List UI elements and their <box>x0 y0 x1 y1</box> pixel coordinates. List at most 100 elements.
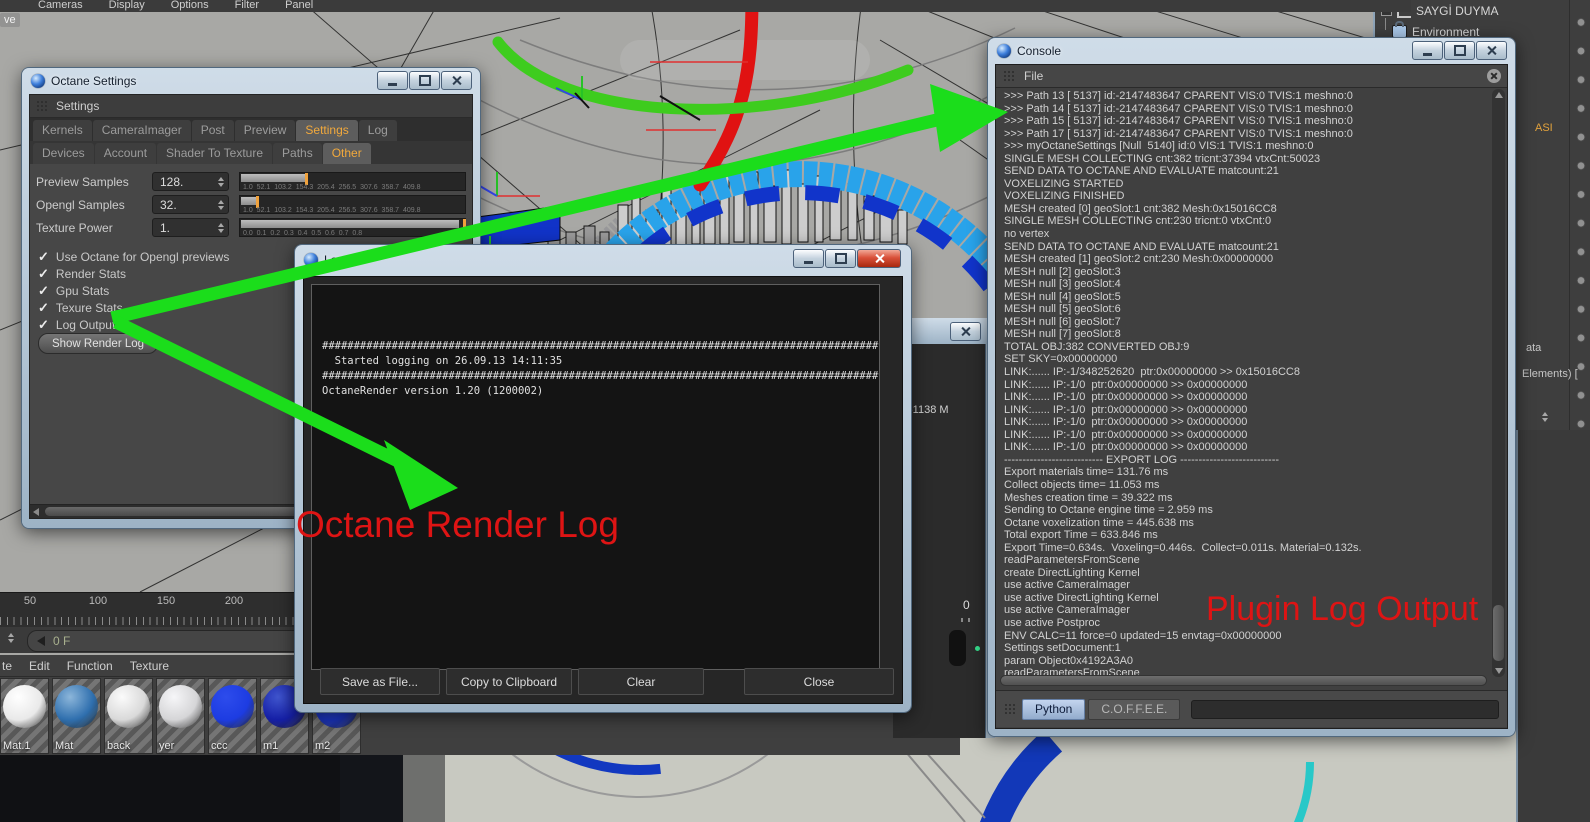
viewport-menu-item[interactable]: Options <box>171 0 209 12</box>
console-log-line: MESH null [6] geoSlot:7 <box>1004 315 1121 328</box>
scroll-left-icon[interactable] <box>33 508 39 516</box>
viewport-menu-item[interactable]: Cameras <box>38 0 83 12</box>
maximize-button[interactable] <box>825 249 856 268</box>
console-log-line: Total export Time = 633.846 ms <box>1004 529 1158 542</box>
panel-grip[interactable] <box>36 100 49 112</box>
material-menu-item[interactable]: te <box>2 659 12 673</box>
object-item-label[interactable]: Environment <box>1412 25 1479 39</box>
object-item-label[interactable]: SAYGİ DUYMA <box>1416 4 1498 18</box>
console-log-line: Export materials time= 131.76 ms <box>1004 466 1169 479</box>
settings-tab[interactable]: Kernels <box>33 120 92 141</box>
console-log-line: LINK:...... IP:-1/0 ptr:0x00000000 >> 0x… <box>1004 441 1248 454</box>
material-name[interactable]: m2 <box>315 740 330 752</box>
panel-close-icon[interactable] <box>1487 69 1501 83</box>
spinner-icon[interactable] <box>218 222 224 233</box>
settings-tab[interactable]: CameraImager <box>92 120 191 141</box>
material-thumbnail[interactable]: yer <box>156 678 205 754</box>
console-hscrollbar[interactable] <box>1000 675 1487 686</box>
spin-down-icon[interactable] <box>1542 418 1548 422</box>
control-knob[interactable] <box>949 630 966 666</box>
minimize-button[interactable] <box>793 249 824 268</box>
settings-tab[interactable]: Log <box>358 120 397 141</box>
scrollbar-thumb[interactable] <box>1493 605 1504 661</box>
console-log-line: MESH null [4] geoSlot:5 <box>1004 290 1121 303</box>
maximize-icon <box>418 75 431 86</box>
clear-button[interactable]: Clear <box>578 668 704 695</box>
settings-tab[interactable]: Settings <box>296 120 358 141</box>
opengl-samples-slider[interactable]: 1.0 52.1 103.2 154.3 205.4 256.5 307.6 3… <box>239 195 466 214</box>
preview-samples-input[interactable]: 128. <box>152 172 229 191</box>
material-name[interactable]: ccc <box>211 740 228 752</box>
spinner-icon[interactable] <box>218 199 224 210</box>
close-button[interactable] <box>1476 41 1507 60</box>
viewport-menubar: Cameras Display Options Filter Panel <box>0 0 1411 12</box>
viewport-menu-item[interactable]: Filter <box>235 0 259 12</box>
material-name[interactable]: m1 <box>263 740 278 752</box>
script-language-tab[interactable]: C.O.F.F.E.E. <box>1088 698 1181 720</box>
console-log-line: SET SKY=0x00000000 <box>1004 353 1118 366</box>
close-button[interactable] <box>857 249 901 268</box>
close-button[interactable] <box>950 322 981 341</box>
texture-power-slider[interactable]: 0.0 0.1 0.2 0.3 0.4 0.5 0.6 0.7 0.8 <box>239 218 466 237</box>
material-menu-item[interactable]: Texture <box>130 659 169 673</box>
settings-tab[interactable]: Post <box>191 120 234 141</box>
settings-subtab[interactable]: Account <box>94 143 157 164</box>
scroll-up-icon[interactable] <box>1495 92 1503 98</box>
copy-to-clipboard-button[interactable]: Copy to Clipboard <box>446 668 572 695</box>
material-thumbnail[interactable]: Mat <box>52 678 101 754</box>
settings-tab[interactable]: Preview <box>234 120 296 141</box>
material-name[interactable]: Mat.1 <box>3 740 31 752</box>
settings-subtab[interactable]: Shader To Texture <box>157 143 273 164</box>
viewport-menu-item[interactable]: Display <box>109 0 145 12</box>
spinner-icon[interactable] <box>218 176 224 187</box>
settings-subtab[interactable]: Other <box>322 143 371 164</box>
console-window: Console File >>> Path 13 [ 5137] id:-214… <box>988 38 1515 736</box>
scrollbar-thumb[interactable] <box>1001 676 1486 685</box>
close-log-button[interactable]: Close <box>744 668 894 695</box>
material-menu-item[interactable]: Function <box>67 659 113 673</box>
panel-grip[interactable] <box>1004 703 1017 715</box>
spin-down-icon[interactable] <box>8 639 14 643</box>
script-language-tab[interactable]: Python <box>1022 698 1086 720</box>
viewport-menu-item[interactable]: Panel <box>285 0 313 12</box>
settings-subtab[interactable]: Devices <box>33 143 94 164</box>
panel-grip[interactable] <box>1003 70 1016 82</box>
settings-menu-item[interactable]: Settings <box>56 99 99 113</box>
script-input-field[interactable] <box>1191 699 1499 719</box>
stepper-control[interactable] <box>1542 412 1548 422</box>
material-thumbnail[interactable]: back <box>104 678 153 754</box>
minimize-button[interactable] <box>1412 41 1443 60</box>
maximize-button[interactable] <box>1444 41 1475 60</box>
file-menu-item[interactable]: File <box>1024 69 1043 83</box>
texture-power-input[interactable]: 1. <box>152 218 229 237</box>
show-render-log-button[interactable]: Show Render Log <box>38 333 158 354</box>
console-log-line: SEND DATA TO OCTANE AND EVALUATE matcoun… <box>1004 165 1279 178</box>
close-button[interactable] <box>441 71 472 90</box>
save-as-file-button[interactable]: Save as File... <box>320 668 440 695</box>
maximize-button[interactable] <box>409 71 440 90</box>
console-log-line: MESH null [5] geoSlot:6 <box>1004 303 1121 316</box>
checkbox-label: Log Output <box>55 317 116 332</box>
slider-ticks: 1.0 52.1 103.2 154.3 205.4 256.5 307.6 3… <box>243 184 421 191</box>
material-thumbnail[interactable]: ccc <box>208 678 257 754</box>
close-icon <box>1486 45 1497 56</box>
material-thumbnail[interactable]: Mat.1 <box>0 678 49 754</box>
scroll-down-icon[interactable] <box>1495 668 1503 674</box>
material-name[interactable]: Mat <box>55 740 73 752</box>
frame-stepper[interactable] <box>8 633 14 643</box>
render-log-text[interactable]: ########################################… <box>311 284 880 670</box>
material-name[interactable]: back <box>107 740 130 752</box>
settings-subtab[interactable]: Paths <box>273 143 322 164</box>
status-dot <box>975 646 980 651</box>
minimize-button[interactable] <box>377 71 408 90</box>
close-icon <box>451 75 462 86</box>
preview-samples-slider[interactable]: 1.0 52.1 103.2 154.3 205.4 256.5 307.6 3… <box>239 172 466 191</box>
console-vscrollbar[interactable] <box>1492 89 1505 677</box>
frame-marker-icon <box>37 636 45 646</box>
spin-up-icon[interactable] <box>8 633 14 637</box>
spin-up-icon[interactable] <box>1542 412 1548 416</box>
slider-marker[interactable] <box>462 219 466 231</box>
material-name[interactable]: yer <box>159 740 174 752</box>
material-menu-item[interactable]: Edit <box>29 659 50 673</box>
opengl-samples-input[interactable]: 32. <box>152 195 229 214</box>
